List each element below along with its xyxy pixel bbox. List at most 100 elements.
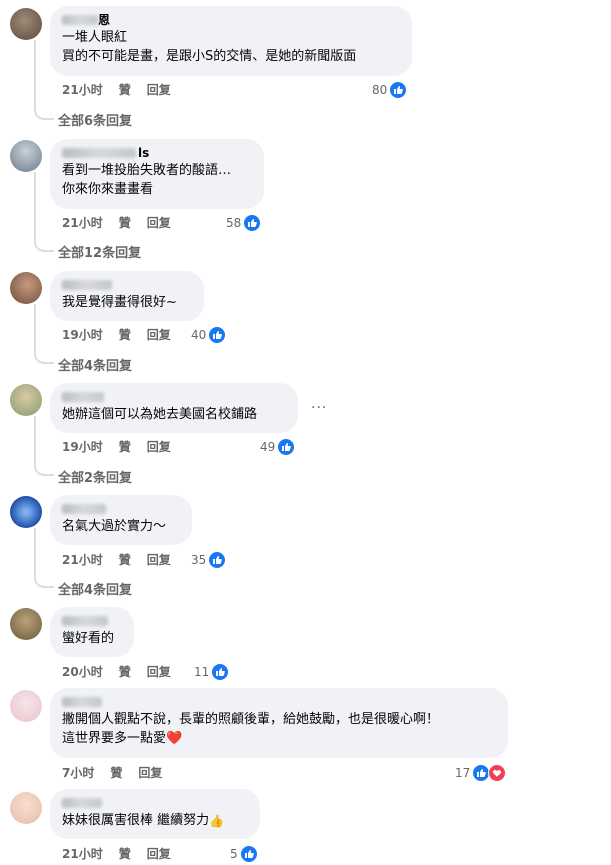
reaction-count[interactable]: 35 [191,551,227,569]
avatar[interactable] [10,690,42,722]
heart-emoji: ❤️ [166,731,183,746]
reply-thread-line [34,304,54,364]
comment-text-line: 我是覺得畫得很好~ [62,295,177,310]
comment-bubble: 妹妹很厲害很棒 繼續努力👍 [50,789,260,839]
avatar[interactable] [10,496,42,528]
reaction-number: 17 [455,766,471,780]
reaction-number: 58 [226,216,242,230]
reply-button[interactable]: 回复 [147,81,171,99]
comment-text-line: 看到一堆投胎失敗者的酸語… [62,163,232,178]
reaction-number: 5 [230,847,238,861]
commenter-name[interactable]: 恩 [62,12,400,28]
reply-button[interactable]: 回复 [147,845,171,863]
timestamp[interactable]: 19小时 [62,326,103,344]
comment-text-line: 撇開個人觀點不說，長輩的照顧後輩，給她鼓勵，也是很暖心啊！ [62,712,440,727]
like-button[interactable]: 贊 [119,214,131,232]
avatar[interactable] [10,140,42,172]
like-button[interactable]: 贊 [119,551,131,569]
commenter-name[interactable] [62,795,248,811]
comment-bubble: 撇開個人觀點不說，長輩的照顧後輩，給她鼓勵，也是很暖心啊！ 這世界要多一點愛❤️ [50,688,508,758]
comment-actions: 21小时贊回复 [62,214,187,232]
timestamp[interactable]: 21小时 [62,551,103,569]
commenter-name[interactable] [62,613,122,629]
timestamp[interactable]: 20小时 [62,663,103,681]
avatar[interactable] [10,272,42,304]
commenter-name[interactable]: ls [62,145,252,161]
comment-actions: 19小时贊回复 [62,326,187,344]
reaction-number: 40 [191,328,207,342]
avatar[interactable] [10,384,42,416]
timestamp[interactable]: 7小时 [62,764,94,782]
comment-text-line: 這世界要多一點愛❤️ [62,731,183,746]
like-button[interactable]: 贊 [119,81,131,99]
avatar[interactable] [10,792,42,824]
reaction-number: 49 [260,440,276,454]
reply-thread-line [34,172,54,252]
comment-bubble: 我是覺得畫得很好~ [50,271,204,321]
comment-text-line: 買的不可能是畫，是跟小S的交情、是她的新聞版面 [62,49,357,64]
comment-thread: 恩 一堆人眼紅 買的不可能是畫，是跟小S的交情、是她的新聞版面 21小时贊回复 … [0,0,611,865]
like-icon [208,551,227,569]
reaction-number: 11 [194,665,210,679]
reply-button[interactable]: 回复 [138,764,162,782]
commenter-name[interactable] [62,389,286,405]
comment-text-line: 一堆人眼紅 [62,30,128,45]
reaction-count[interactable]: 5 [230,845,258,863]
reply-button[interactable]: 回复 [147,551,171,569]
comment-bubble: 名氣大過於實力～ [50,495,192,545]
like-button[interactable]: 贊 [119,326,131,344]
comment-text-line: 她辦這個可以為她去美國名校鋪路 [62,407,258,422]
view-replies-link[interactable]: 全部12条回复 [58,242,141,261]
more-options-icon[interactable]: ··· [311,400,327,416]
comment-bubble: 蠻好看的 [50,607,134,657]
timestamp[interactable]: 21小时 [62,81,103,99]
comment-actions: 21小时贊回复 [62,845,187,863]
reaction-count[interactable]: 40 [191,326,227,344]
commenter-name[interactable] [62,501,180,517]
reaction-number: 80 [372,83,388,97]
like-icon [389,81,408,99]
comment-text-line: 你來你來畫畫看 [62,182,154,197]
timestamp[interactable]: 21小时 [62,214,103,232]
like-icon [211,663,230,681]
love-icon [488,764,507,782]
comment-text-line: 名氣大過於實力～ [62,519,167,534]
comment-text-line: 蠻好看的 [62,631,115,646]
avatar[interactable] [10,608,42,640]
reply-button[interactable]: 回复 [147,438,171,456]
view-replies-link[interactable]: 全部2条回复 [58,467,132,486]
timestamp[interactable]: 19小时 [62,438,103,456]
timestamp[interactable]: 21小时 [62,845,103,863]
view-replies-link[interactable]: 全部4条回复 [58,355,132,374]
reply-thread-line [34,528,54,588]
comment-actions: 21小时贊回复 [62,551,187,569]
reaction-count[interactable]: 58 [226,214,262,232]
reaction-count[interactable]: 49 [260,438,296,456]
reply-button[interactable]: 回复 [147,326,171,344]
comment-actions: 20小时贊回复 [62,663,187,681]
reply-thread-line [34,40,54,120]
like-button[interactable]: 贊 [119,438,131,456]
like-button[interactable]: 贊 [119,663,131,681]
commenter-name[interactable] [62,277,192,293]
reply-button[interactable]: 回复 [147,214,171,232]
comment-actions: 7小时贊回复 [62,764,178,782]
like-button[interactable]: 贊 [119,845,131,863]
reply-button[interactable]: 回复 [147,663,171,681]
like-icon [239,845,258,863]
reaction-count[interactable]: 80 [372,81,408,99]
like-icon [243,214,262,232]
like-icon [208,326,227,344]
reaction-count[interactable]: 17 [455,764,507,782]
reaction-number: 35 [191,553,207,567]
reply-thread-line [34,416,54,476]
reaction-count[interactable]: 11 [194,663,230,681]
commenter-name[interactable] [62,694,496,710]
comment-text-line: 妹妹很厲害很棒 繼續努力👍 [62,811,248,831]
comment-bubble: 她辦這個可以為她去美國名校鋪路 [50,383,298,433]
view-replies-link[interactable]: 全部4条回复 [58,579,132,598]
avatar[interactable] [10,8,42,40]
like-button[interactable]: 贊 [110,764,122,782]
like-icon [277,438,296,456]
view-replies-link[interactable]: 全部6条回复 [58,110,132,129]
